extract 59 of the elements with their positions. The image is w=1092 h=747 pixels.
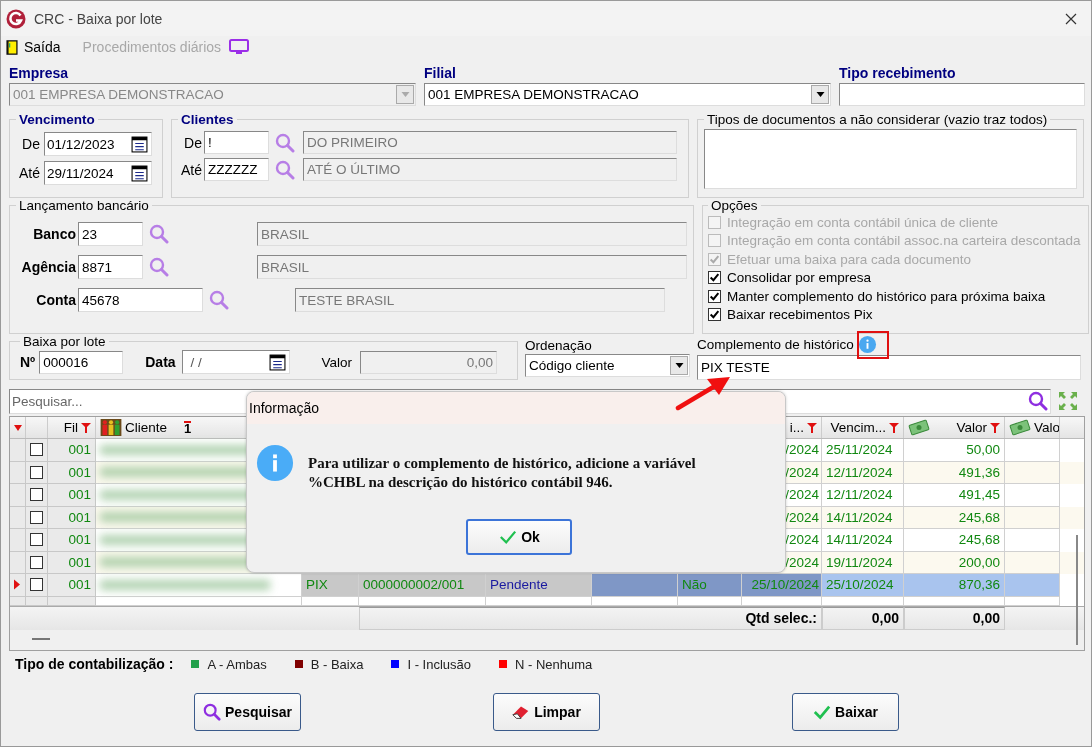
field-label: Valor [321,354,353,370]
field-label: Empresa [9,66,70,81]
group-title: Baixa por lote [22,334,107,349]
field-label: Tipo recebimento [839,66,957,81]
group-title: Vencimento [18,112,96,127]
group-title: Tipos de documentos a não considerar (vazio traz todos) [706,112,1049,127]
table-cell: 491,45 [904,484,1005,507]
total-value: 0,00 [822,606,904,630]
field-label: De [21,136,41,152]
option-label: Consolidar por empresa [727,270,872,286]
field-label: Até [180,161,203,178]
field-label: Filial [424,66,457,81]
legend-label: A - Ambas [207,656,267,672]
table-cell: Não [678,574,742,597]
option-label: Baixar recebimentos Pix [727,307,873,323]
table-cell: PIX [302,574,359,597]
total-value: 0,00 [904,606,1005,630]
group-title: Lançamento bancário [18,198,150,213]
legend-label: N - Nenhuma [515,656,593,672]
legend-label: I - Inclusão [407,656,472,672]
field-label: Data [145,354,176,370]
table-cell: 001 [48,574,96,597]
option-label: Integração em conta contábil única de cliente [727,214,998,230]
sort-order: 1 [184,420,192,435]
field-label: De [183,134,203,151]
table-cell: 870,36 [904,574,1005,597]
table-cell: 12/11/2024 [822,484,904,507]
dialog-message: Para utilizar o complemento de histórico, adicione a variável %CHBL na descrição do histórico contábil 946. [308,454,697,492]
legend-title: Tipo de contabilização : [15,656,174,672]
field-label: Conta [35,292,77,308]
table-cell: 001 [48,484,96,507]
table-cell: 001 [48,439,96,462]
option-label: Efetuar uma baixa para cada documento [727,251,971,267]
footer-label: Qtd selec.: [359,606,822,630]
group-title: Clientes [180,112,235,127]
table-cell: 50,00 [904,439,1005,462]
field-label: Nº [20,354,36,370]
table-cell: Pendente [486,574,592,597]
table-cell: 0000000002/001 [359,574,486,597]
field-label: Banco [32,226,77,242]
table-cell: 25/11/2024 [822,439,904,462]
group-title: Opções [710,198,759,213]
window-title: CRC - Baixa por lote [34,10,163,27]
table-cell: 245,68 [904,529,1005,552]
table-cell: 001 [48,529,96,552]
table-cell: 001 [48,551,96,574]
dialog-title: Informação [249,400,320,416]
field-label: Agência [20,259,77,275]
legend-label: B - Baixa [310,656,364,672]
field-label: Até [18,165,41,181]
table-cell: 001 [48,461,96,484]
table-cell: 001 [48,506,96,529]
option-label: Integração em conta contábil assoc.na carteira descontada [727,233,1081,249]
table-cell: 25/10/2024 [822,574,904,597]
option-label: Manter complemento do histórico para próxima baixa [727,288,1046,304]
table-cell: 25/10/2024 [742,574,822,597]
field-label: Complemento de histórico [697,336,854,352]
field-label: Ordenação [525,338,593,353]
table-cell: 14/11/2024 [822,529,904,552]
